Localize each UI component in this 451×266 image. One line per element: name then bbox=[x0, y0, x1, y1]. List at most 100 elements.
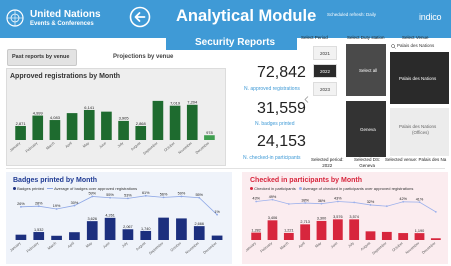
chart-bar[interactable] bbox=[32, 115, 44, 140]
x-tick-label: August bbox=[130, 141, 141, 151]
x-tick-label: September bbox=[143, 141, 160, 156]
chart-bar[interactable] bbox=[69, 232, 80, 240]
chart-bar[interactable] bbox=[267, 220, 278, 240]
venue-search-input[interactable]: Palais des Nations bbox=[389, 43, 434, 48]
chart-bar[interactable] bbox=[51, 235, 62, 240]
chart-bar[interactable] bbox=[86, 221, 98, 240]
selected-duty-label: Selected DS: bbox=[354, 157, 381, 162]
line-point[interactable] bbox=[144, 194, 147, 197]
line-point[interactable] bbox=[198, 196, 201, 199]
selected-period: Selected period: 2022 bbox=[311, 157, 344, 168]
line-point[interactable] bbox=[320, 202, 323, 205]
chart-bar[interactable] bbox=[66, 113, 78, 140]
kpi-checkedin-label: N. checked-in participants bbox=[243, 155, 301, 161]
chart-bar[interactable] bbox=[101, 111, 112, 140]
x-tick-label: November bbox=[178, 141, 194, 155]
line-point[interactable] bbox=[37, 205, 40, 208]
line-data-label: 28% bbox=[35, 201, 43, 205]
chart-bar[interactable] bbox=[33, 232, 45, 240]
checkedin-chart-title: Checked in participants by Month bbox=[250, 177, 363, 184]
chart-bar[interactable] bbox=[135, 125, 147, 140]
chart-bar[interactable] bbox=[49, 120, 61, 140]
chart-bar[interactable] bbox=[169, 105, 181, 140]
line-data-label: 59% bbox=[88, 192, 96, 196]
chevron-left-icon[interactable] bbox=[304, 96, 309, 103]
line-point[interactable] bbox=[434, 210, 437, 213]
chart-bar[interactable] bbox=[15, 125, 26, 140]
projections-link[interactable]: Projections by venue bbox=[113, 54, 173, 60]
bar-data-label: 1,532 bbox=[34, 228, 44, 232]
chart-bar[interactable] bbox=[118, 120, 129, 140]
line-point[interactable] bbox=[127, 197, 129, 200]
line-point[interactable] bbox=[109, 196, 111, 199]
chart-bar[interactable] bbox=[251, 232, 262, 240]
line-point[interactable] bbox=[418, 201, 421, 204]
chart-bar[interactable] bbox=[316, 220, 327, 240]
badges-chart: January 1,532 February March April 3,626 May 4,… bbox=[10, 191, 223, 256]
chart-bar[interactable] bbox=[300, 224, 311, 240]
period-option-2022[interactable]: 2022 bbox=[313, 64, 337, 78]
bar-data-label: 2,868 bbox=[136, 121, 147, 126]
period-option-2021[interactable]: 2021 bbox=[313, 46, 337, 60]
chart-bar[interactable] bbox=[430, 238, 441, 240]
chart-bar[interactable] bbox=[152, 100, 164, 140]
back-arrow-icon[interactable] bbox=[129, 6, 151, 28]
duty-option-select-all-label: Select all bbox=[359, 68, 378, 73]
line-point[interactable] bbox=[20, 205, 22, 208]
line-point[interactable] bbox=[287, 203, 290, 205]
bar-data-label: 3,626 bbox=[87, 217, 97, 221]
x-tick-label: August bbox=[360, 241, 371, 251]
x-tick-label: December bbox=[202, 241, 218, 255]
line-point[interactable] bbox=[353, 201, 356, 204]
chart-bar[interactable] bbox=[83, 109, 95, 140]
chart-bar[interactable] bbox=[122, 229, 134, 240]
line-data-label: 55% bbox=[106, 193, 114, 197]
kpi-badges-label: N. badges printed bbox=[255, 121, 295, 127]
x-tick-label: October bbox=[163, 141, 176, 153]
chart-bar[interactable] bbox=[204, 135, 215, 140]
chart-bar[interactable] bbox=[104, 217, 116, 240]
line-point[interactable] bbox=[91, 195, 94, 198]
chart-bar[interactable] bbox=[332, 219, 343, 240]
line-point[interactable] bbox=[180, 195, 183, 198]
chart-bar[interactable] bbox=[186, 104, 198, 140]
chart-bar[interactable] bbox=[15, 234, 27, 240]
chart-bar[interactable] bbox=[140, 230, 152, 240]
kpi-checkedin-value: 24,153 bbox=[257, 133, 306, 150]
line-point[interactable] bbox=[73, 204, 76, 207]
chart-bar[interactable] bbox=[365, 231, 376, 240]
bar-data-label: 978 bbox=[206, 130, 213, 135]
chart-bar[interactable] bbox=[349, 219, 360, 240]
chart-bar[interactable] bbox=[398, 233, 409, 240]
x-tick-label: January bbox=[10, 241, 22, 252]
x-tick-label: June bbox=[330, 241, 339, 249]
line-point[interactable] bbox=[216, 213, 218, 216]
venue-search-text: Palais des Nations bbox=[397, 43, 435, 48]
line-point[interactable] bbox=[336, 200, 339, 203]
chart-bar[interactable] bbox=[158, 217, 169, 240]
chart-bar[interactable] bbox=[176, 218, 187, 240]
refresh-note: Scheduled refresh: Daily bbox=[327, 12, 377, 17]
line-point[interactable] bbox=[255, 200, 258, 203]
past-reports-label[interactable]: Past reports by venue bbox=[12, 54, 69, 60]
line-point[interactable] bbox=[271, 198, 274, 201]
period-option-2023[interactable]: 2023 bbox=[313, 82, 337, 96]
divider bbox=[6, 168, 445, 169]
line-point[interactable] bbox=[55, 208, 58, 210]
section-title: Security Reports bbox=[195, 37, 276, 48]
line-data-label: 30% bbox=[71, 201, 79, 205]
chart-bar[interactable] bbox=[211, 235, 223, 240]
chart-bar[interactable] bbox=[283, 232, 294, 240]
x-tick-label: March bbox=[279, 241, 289, 250]
approved-chart: 2,871 January 4,999 February 4,083 March April… bbox=[10, 100, 215, 156]
line-point[interactable] bbox=[385, 205, 388, 208]
line-point[interactable] bbox=[304, 202, 307, 204]
bar-data-label: 2,666 bbox=[194, 222, 204, 226]
line-point[interactable] bbox=[402, 200, 405, 203]
chart-bar[interactable] bbox=[193, 226, 205, 240]
chart-bar[interactable] bbox=[414, 233, 425, 240]
x-tick-label: February bbox=[25, 141, 39, 153]
line-point[interactable] bbox=[162, 196, 165, 199]
chart-bar[interactable] bbox=[381, 231, 392, 240]
line-point[interactable] bbox=[369, 204, 372, 206]
